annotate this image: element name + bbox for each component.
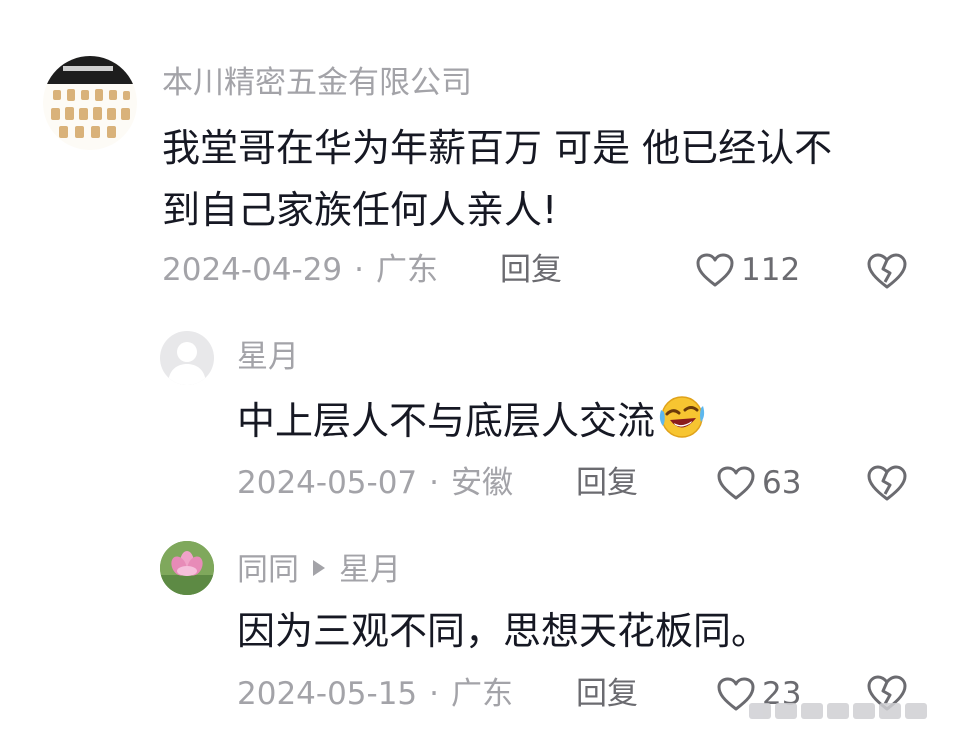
avatar[interactable]	[160, 541, 214, 595]
username-row: 同同 星月	[237, 550, 401, 588]
dislike-button[interactable]	[866, 464, 908, 506]
comment-text: 中上层人不与底层人交流	[237, 390, 707, 458]
reply-button[interactable]: 回复	[576, 676, 638, 712]
comment-text-line2: 到自己家族任何人亲人!	[162, 188, 558, 232]
comment-date: 2024-05-07	[237, 465, 418, 501]
watermark-graphic	[749, 699, 944, 723]
heart-outline-icon	[717, 466, 755, 500]
dislike-button[interactable]	[866, 252, 908, 294]
reply-to-username[interactable]: 星月	[339, 552, 401, 588]
comment-meta: 2024-04-29 · 广东	[162, 252, 438, 288]
comment-text-body: 中上层人不与底层人交流	[237, 399, 656, 443]
username[interactable]: 本川精密五金有限公司	[162, 65, 472, 101]
comment-date: 2024-04-29	[162, 252, 343, 288]
comment-meta: 2024-05-07 · 安徽	[237, 465, 513, 501]
comment-location: 广东	[376, 252, 439, 288]
comment-location: 广东	[451, 676, 514, 712]
separator: ·	[354, 252, 365, 288]
reply-button[interactable]: 回复	[500, 252, 562, 288]
broken-heart-icon	[867, 253, 907, 289]
like-button[interactable]: 112	[695, 252, 800, 288]
separator: ·	[429, 676, 440, 712]
comment-date: 2024-05-15	[237, 676, 418, 712]
username[interactable]: 同同	[237, 552, 299, 588]
like-count: 112	[741, 252, 801, 288]
like-button[interactable]: 63	[716, 465, 801, 501]
avatar[interactable]	[43, 56, 137, 150]
reply-button[interactable]: 回复	[576, 465, 638, 501]
avatar[interactable]	[160, 331, 214, 385]
comment-location: 安徽	[451, 465, 514, 501]
heart-outline-icon	[696, 253, 734, 287]
comment-meta: 2024-05-15 · 广东	[237, 676, 513, 712]
like-count: 63	[762, 465, 802, 501]
rofl-emoji-icon	[657, 394, 707, 458]
username[interactable]: 星月	[237, 339, 299, 375]
separator: ·	[429, 465, 440, 501]
broken-heart-icon	[867, 465, 907, 501]
comment-text: 因为三观不同，思想天花板同。	[237, 609, 770, 653]
triangle-right-icon	[311, 550, 327, 586]
comment-text-line1: 我堂哥在华为年薪百万 可是 他已经认不	[162, 126, 833, 170]
